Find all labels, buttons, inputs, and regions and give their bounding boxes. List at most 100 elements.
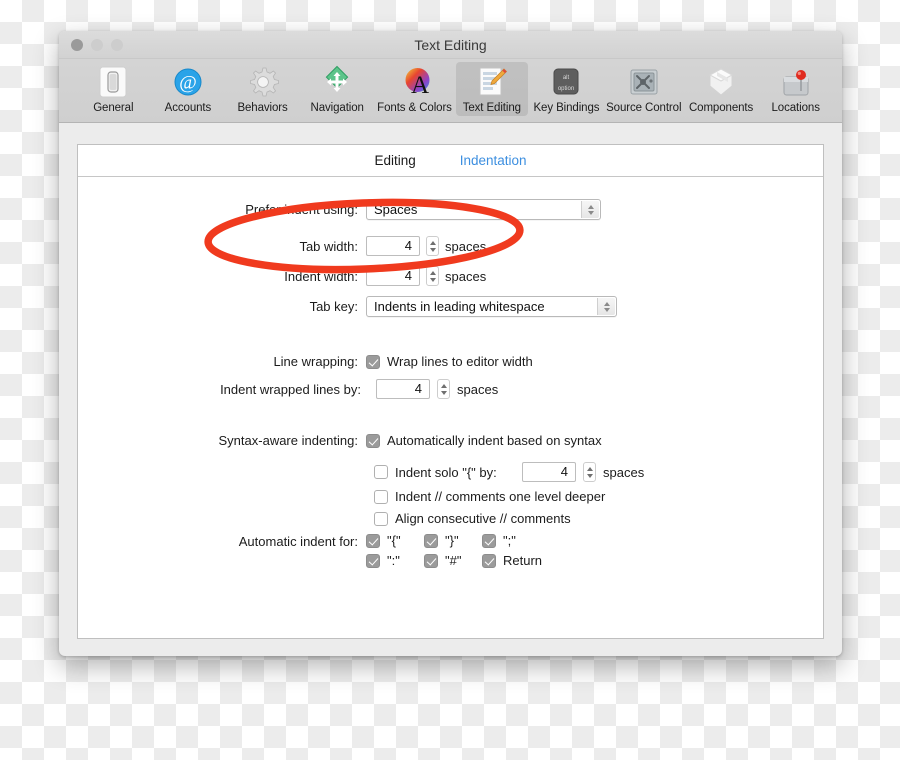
indent-comments-row[interactable]: Indent // comments one level deeper [374, 489, 823, 504]
toolbar-item-fonts-colors[interactable]: A Fonts & Colors [376, 62, 454, 116]
indent-wrapped-input[interactable]: 4 [376, 379, 430, 399]
tab-width-stepper[interactable] [426, 236, 439, 256]
auto-indent-option-colon[interactable]: ":" [366, 553, 424, 568]
auto-indent-option-hash[interactable]: "#" [424, 553, 482, 568]
indent-solo-brace-stepper[interactable] [583, 462, 596, 482]
checkbox[interactable] [482, 533, 496, 548]
indent-width-input[interactable]: 4 [366, 266, 420, 286]
toolbar-item-accounts[interactable]: @ Accounts [152, 62, 225, 116]
toolbar-label: Locations [771, 102, 820, 114]
tab-key-value: Indents in leading whitespace [374, 299, 545, 314]
toolbar-item-text-editing[interactable]: Text Editing [455, 62, 529, 116]
preferences-toolbar: General @ Accounts Behaviors Navigation … [59, 59, 842, 123]
toolbar-label: Key Bindings [533, 102, 600, 114]
preferences-content-panel: Editing Indentation Prefer indent using:… [77, 144, 824, 639]
tab-width-row: Tab width: 4 spaces [78, 236, 823, 256]
indent-solo-brace-row: Indent solo "{" by: 4 spaces [374, 462, 823, 482]
auto-indent-label: Automatically indent based on syntax [387, 433, 602, 448]
wrap-lines-label: Wrap lines to editor width [387, 354, 533, 369]
svg-text:@: @ [179, 73, 197, 94]
pencil-page-icon [479, 67, 507, 96]
chevron-updown-icon [581, 201, 599, 218]
indent-width-unit: spaces [445, 268, 487, 284]
window-titlebar: Text Editing [59, 31, 842, 59]
line-wrapping-row: Line wrapping: Wrap lines to editor widt… [78, 354, 823, 369]
auto-indent-option-brace-open[interactable]: "{" [366, 533, 424, 548]
option-key-icon: alt option [553, 68, 579, 95]
indent-width-label: Indent width: [284, 268, 358, 284]
hard-drive-pin-icon [783, 70, 809, 96]
checkbox[interactable] [366, 533, 380, 548]
tab-key-row: Tab key: Indents in leading whitespace [78, 296, 823, 317]
indent-width-stepper[interactable] [426, 266, 439, 286]
at-sign-icon: @ [174, 68, 202, 96]
align-comments-label: Align consecutive // comments [395, 511, 571, 526]
auto-indent-option-brace-close[interactable]: "}" [424, 533, 482, 548]
gear-icon [249, 67, 279, 97]
auto-indent-checkbox-row[interactable]: Automatically indent based on syntax [366, 433, 602, 448]
svg-text:alt: alt [563, 75, 570, 81]
device-icon [99, 66, 127, 98]
option-label: "{" [387, 533, 401, 548]
wrap-lines-checkbox-row[interactable]: Wrap lines to editor width [366, 354, 533, 369]
indent-wrapped-label: Indent wrapped lines by: [220, 381, 361, 397]
option-label: ";" [503, 533, 516, 548]
color-wheel-a-icon: A [405, 68, 429, 99]
tab-key-select[interactable]: Indents in leading whitespace [366, 296, 617, 317]
toolbar-label: General [93, 102, 134, 114]
checkbox[interactable] [482, 553, 496, 568]
preferences-window: Text Editing General @ Accounts Behavior… [59, 31, 842, 656]
indent-comments-label: Indent // comments one level deeper [395, 489, 606, 504]
indent-comments-checkbox[interactable] [374, 489, 388, 504]
automatic-indent-row: Automatic indent for: "{" "}" ";" ":" "#… [78, 533, 823, 568]
tab-width-unit: spaces [445, 238, 487, 254]
indent-solo-brace-label: Indent solo "{" by: [395, 464, 497, 480]
toolbar-label: Behaviors [237, 102, 288, 114]
prefer-indent-select[interactable]: Spaces [366, 199, 601, 220]
align-comments-row[interactable]: Align consecutive // comments [374, 511, 823, 526]
option-label: "}" [445, 533, 459, 548]
toolbar-label: Accounts [164, 102, 212, 114]
auto-indent-option-return[interactable]: Return [482, 553, 542, 568]
prefer-indent-value: Spaces [374, 202, 418, 217]
line-wrapping-label: Line wrapping: [273, 354, 358, 369]
option-label: ":" [387, 553, 400, 568]
indent-solo-brace-checkbox[interactable] [374, 465, 388, 479]
tab-editing[interactable]: Editing [374, 153, 415, 168]
option-label: Return [503, 553, 543, 568]
tab-strip: Editing Indentation [78, 145, 823, 177]
checkbox[interactable] [424, 533, 438, 548]
indent-solo-brace-unit: spaces [603, 464, 645, 480]
toolbar-item-navigation[interactable]: Navigation [301, 62, 374, 116]
indent-wrapped-row: Indent wrapped lines by: 4 spaces [204, 379, 823, 399]
syntax-aware-row: Syntax-aware indenting: Automatically in… [78, 433, 823, 448]
indent-wrapped-stepper[interactable] [437, 379, 450, 399]
move-arrows-icon [325, 65, 349, 92]
toolbar-item-locations[interactable]: Locations [759, 62, 832, 116]
automatic-indent-label: Automatic indent for: [238, 534, 358, 549]
checkbox[interactable] [424, 553, 438, 568]
indent-wrapped-unit: spaces [457, 381, 499, 397]
prefer-indent-label: Prefer indent using: [245, 202, 358, 217]
toolbar-item-source-control[interactable]: Source Control [605, 62, 683, 116]
align-comments-checkbox[interactable] [374, 511, 388, 526]
toolbar-item-key-bindings[interactable]: alt option Key Bindings [530, 62, 603, 116]
toolbar-label: Text Editing [462, 102, 521, 114]
toolbar-item-behaviors[interactable]: Behaviors [226, 62, 299, 116]
auto-indent-option-semicolon[interactable]: ";" [482, 533, 542, 548]
automatic-indent-grid: "{" "}" ";" ":" "#" Return [366, 533, 542, 568]
wrap-lines-checkbox[interactable] [366, 354, 380, 369]
checkbox[interactable] [366, 553, 380, 568]
toolbar-item-components[interactable]: Components [685, 62, 758, 116]
indent-solo-brace-input[interactable]: 4 [522, 462, 576, 482]
tab-width-input[interactable]: 4 [366, 236, 420, 256]
auto-indent-checkbox[interactable] [366, 433, 380, 448]
tab-indentation[interactable]: Indentation [460, 153, 527, 168]
syntax-aware-label: Syntax-aware indenting: [218, 433, 358, 448]
toolbar-label: Components [688, 102, 754, 114]
package-box-icon [709, 68, 734, 96]
toolbar-label: Navigation [310, 102, 364, 114]
toolbar-item-general[interactable]: General [77, 62, 150, 116]
tab-width-label: Tab width: [299, 238, 358, 254]
indentation-settings-form: Prefer indent using: Spaces Tab width: 4 [78, 177, 823, 568]
